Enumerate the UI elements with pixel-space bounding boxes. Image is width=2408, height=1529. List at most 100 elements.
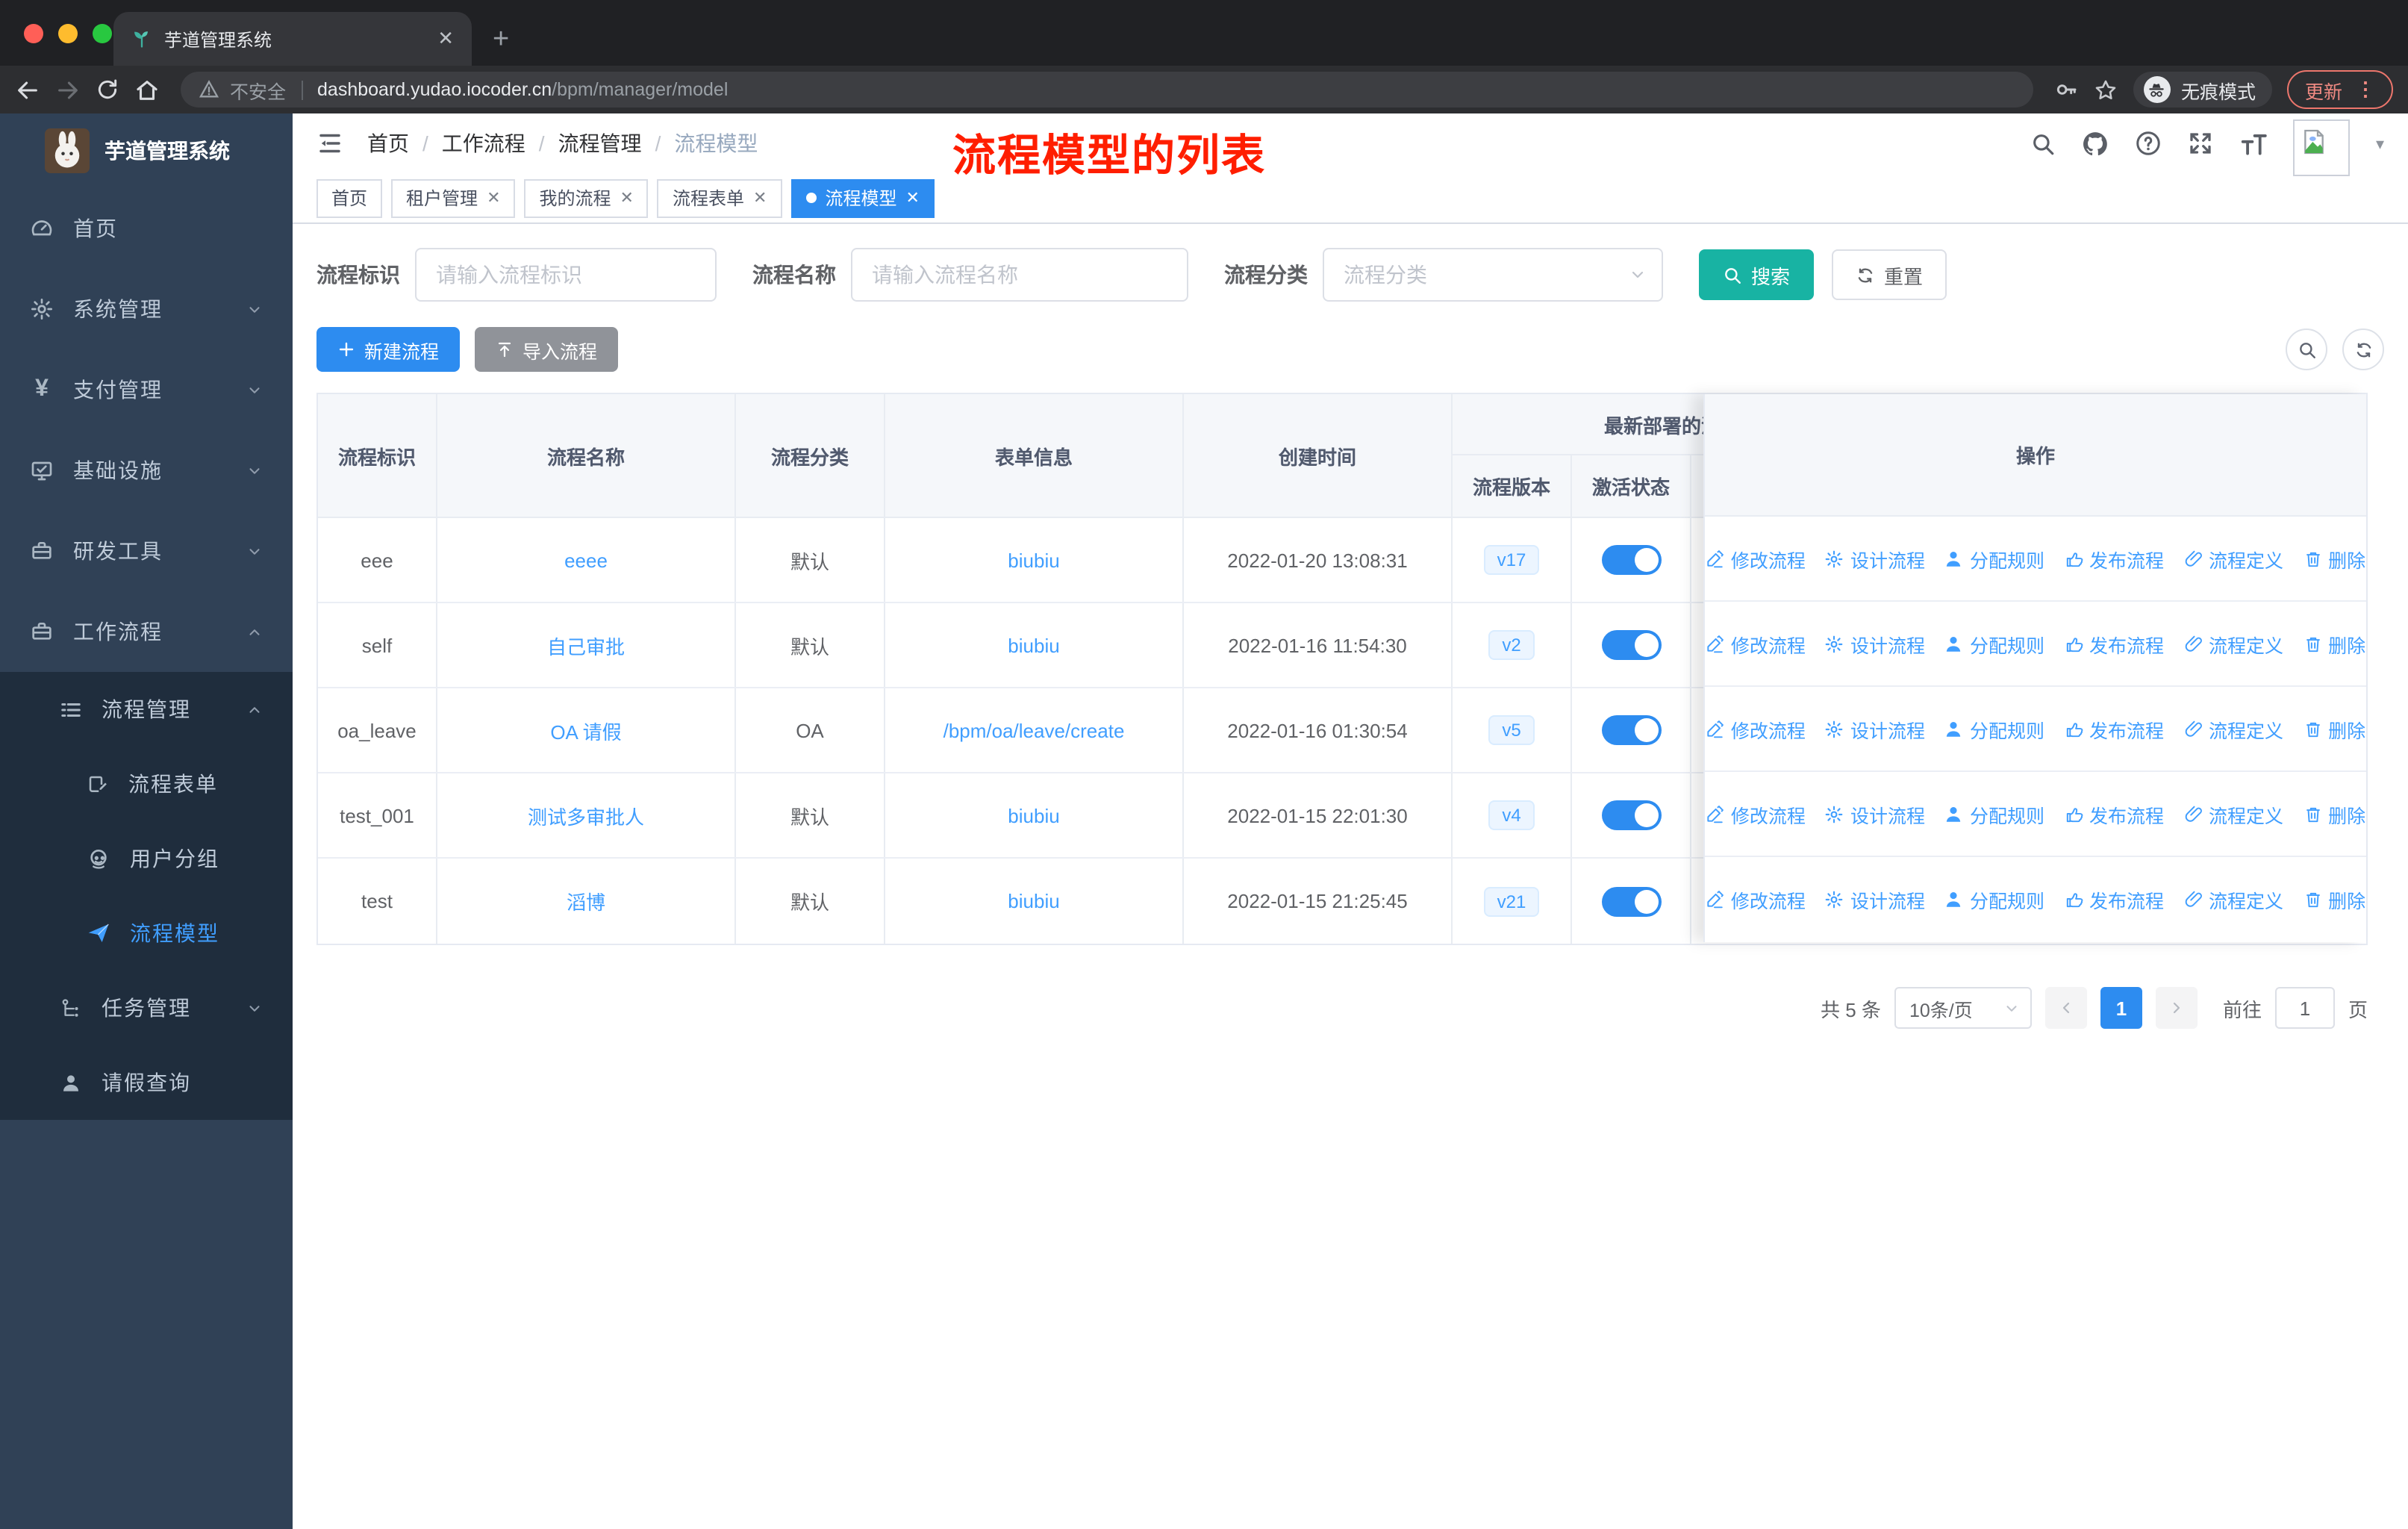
maximize-window-button[interactable] (93, 24, 112, 43)
process-definition-link[interactable]: 流程定义 (2183, 885, 2283, 914)
tag-process-form[interactable]: 流程表单 ✕ (657, 178, 782, 217)
goto-page-input[interactable] (2274, 987, 2335, 1029)
active-toggle[interactable] (1601, 630, 1661, 660)
cell-form-link[interactable]: biubiu (885, 859, 1184, 944)
reset-button[interactable]: 重置 (1832, 249, 1947, 300)
publish-process-link[interactable]: 发布流程 (2064, 800, 2164, 828)
cell-process-name-link[interactable]: 滔博 (437, 859, 736, 944)
design-process-link[interactable]: 设计流程 (1825, 629, 1925, 658)
process-key-input[interactable] (415, 248, 717, 302)
prev-page-button[interactable] (2044, 987, 2087, 1029)
publish-process-link[interactable]: 发布流程 (2064, 885, 2164, 914)
new-tab-button[interactable]: + (493, 25, 509, 54)
home-icon[interactable] (134, 77, 160, 102)
process-category-select[interactable]: 流程分类 (1323, 248, 1663, 302)
publish-process-link[interactable]: 发布流程 (2064, 544, 2164, 573)
sidebar-item-leave-query[interactable]: 请假查询 (0, 1045, 293, 1120)
avatar[interactable] (2293, 119, 2351, 176)
tag-home[interactable]: 首页 (316, 178, 383, 217)
sidebar-item-process-form[interactable]: 流程表单 (0, 747, 293, 821)
design-process-link[interactable]: 设计流程 (1825, 714, 1925, 743)
back-icon[interactable] (15, 77, 40, 102)
github-icon[interactable] (2082, 129, 2110, 158)
delete-link[interactable]: 删除 (2303, 885, 2365, 914)
sidebar-item-user-group[interactable]: 用户分组 (0, 821, 293, 896)
assign-rule-link[interactable]: 分配规则 (1944, 714, 2044, 743)
import-process-button[interactable]: 导入流程 (475, 327, 619, 372)
sidebar-item-payment[interactable]: ¥ 支付管理 (0, 349, 293, 430)
create-process-button[interactable]: 新建流程 (316, 327, 461, 372)
breadcrumb-item[interactable]: 流程管理 (558, 128, 642, 158)
cell-process-name-link[interactable]: OA 请假 (437, 688, 736, 772)
active-toggle[interactable] (1601, 886, 1661, 916)
active-toggle[interactable] (1601, 715, 1661, 745)
breadcrumb-item[interactable]: 工作流程 (442, 128, 525, 158)
browser-tab[interactable]: 芋道管理系统 ✕ (113, 12, 472, 66)
sidebar-item-infra[interactable]: 基础设施 (0, 430, 293, 511)
process-definition-link[interactable]: 流程定义 (2183, 800, 2283, 828)
process-definition-link[interactable]: 流程定义 (2183, 714, 2283, 743)
browser-update-button[interactable]: 更新 ⋮ (2286, 70, 2393, 109)
fullscreen-icon[interactable] (2188, 130, 2215, 157)
assign-rule-link[interactable]: 分配规则 (1944, 629, 2044, 658)
assign-rule-link[interactable]: 分配规则 (1944, 800, 2044, 828)
active-toggle[interactable] (1601, 545, 1661, 575)
modify-process-link[interactable]: 修改流程 (1706, 629, 1806, 658)
cell-form-link[interactable]: biubiu (885, 773, 1184, 857)
tag-close-icon[interactable]: ✕ (753, 188, 767, 208)
publish-process-link[interactable]: 发布流程 (2064, 714, 2164, 743)
avatar-caret-icon[interactable]: ▾ (2376, 134, 2384, 153)
address-bar[interactable]: 不安全 dashboard.yudao.iocoder.cn/bpm/manag… (181, 72, 2033, 108)
delete-link[interactable]: 删除 (2303, 800, 2365, 828)
tag-close-icon[interactable]: ✕ (487, 188, 500, 208)
current-page-button[interactable]: 1 (2100, 987, 2142, 1029)
sidebar-item-workflow[interactable]: 工作流程 (0, 591, 293, 672)
sidebar-item-process-model[interactable]: 流程模型 (0, 896, 293, 971)
search-icon[interactable] (2031, 131, 2056, 156)
tag-my-process[interactable]: 我的流程 ✕ (524, 178, 649, 217)
delete-link[interactable]: 删除 (2303, 714, 2365, 743)
breadcrumb-item[interactable]: 首页 (367, 128, 409, 158)
sidebar-logo-row[interactable]: 芋道管理系统 (0, 113, 293, 188)
process-definition-link[interactable]: 流程定义 (2183, 629, 2283, 658)
browser-menu-icon[interactable]: ⋮ (2356, 78, 2375, 102)
modify-process-link[interactable]: 修改流程 (1706, 800, 1806, 828)
tag-process-model[interactable]: 流程模型 ✕ (790, 178, 935, 217)
next-page-button[interactable] (2155, 987, 2198, 1029)
tab-close-icon[interactable]: ✕ (437, 27, 454, 51)
modify-process-link[interactable]: 修改流程 (1706, 885, 1806, 914)
design-process-link[interactable]: 设计流程 (1825, 885, 1925, 914)
cell-form-link[interactable]: biubiu (885, 603, 1184, 687)
modify-process-link[interactable]: 修改流程 (1706, 544, 1806, 573)
sidebar-item-process-management[interactable]: 流程管理 (0, 672, 293, 747)
sidebar-item-task-management[interactable]: 任务管理 (0, 971, 293, 1045)
refresh-table-button[interactable] (2342, 328, 2384, 370)
password-key-icon[interactable] (2054, 78, 2078, 102)
page-size-select[interactable]: 10条/页 (1894, 987, 2032, 1029)
help-question-icon[interactable] (2136, 130, 2162, 157)
reload-icon[interactable] (96, 78, 119, 102)
collapse-sidebar-icon[interactable] (316, 130, 343, 157)
design-process-link[interactable]: 设计流程 (1825, 544, 1925, 573)
search-button[interactable]: 搜索 (1699, 249, 1815, 300)
cell-form-link[interactable]: biubiu (885, 518, 1184, 602)
cell-process-name-link[interactable]: 测试多审批人 (437, 773, 736, 857)
forward-icon[interactable] (55, 77, 81, 102)
sidebar-item-devtools[interactable]: 研发工具 (0, 511, 293, 591)
delete-link[interactable]: 删除 (2303, 629, 2365, 658)
minimize-window-button[interactable] (58, 24, 78, 43)
tag-tenant[interactable]: 租户管理 ✕ (391, 178, 516, 217)
cell-process-name-link[interactable]: eeee (437, 518, 736, 602)
publish-process-link[interactable]: 发布流程 (2064, 629, 2164, 658)
process-definition-link[interactable]: 流程定义 (2183, 544, 2283, 573)
font-size-icon[interactable] (2240, 129, 2268, 158)
cell-form-link[interactable]: /bpm/oa/leave/create (885, 688, 1184, 772)
tag-close-icon[interactable]: ✕ (905, 188, 919, 208)
active-toggle[interactable] (1601, 800, 1661, 830)
sidebar-item-system[interactable]: 系统管理 (0, 269, 293, 349)
cell-process-name-link[interactable]: 自己审批 (437, 603, 736, 687)
delete-link[interactable]: 删除 (2303, 544, 2365, 573)
design-process-link[interactable]: 设计流程 (1825, 800, 1925, 828)
modify-process-link[interactable]: 修改流程 (1706, 714, 1806, 743)
process-name-input[interactable] (851, 248, 1188, 302)
